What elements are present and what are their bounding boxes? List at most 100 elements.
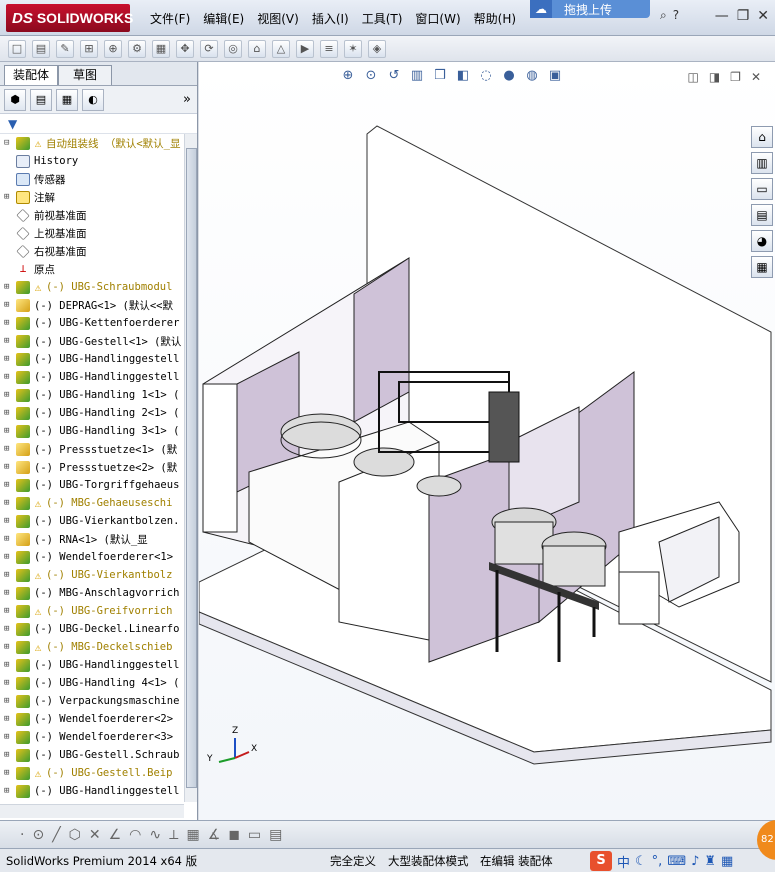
smart-dimension-icon[interactable]: ⟂ — [169, 827, 178, 843]
help-icon[interactable]: ? — [673, 8, 679, 23]
expand-icon[interactable]: ⊞ — [4, 444, 14, 454]
tree-item[interactable]: ⊞ (-) UBG-Gestell<1> (默认 — [0, 332, 184, 350]
status-mode[interactable]: 大型装配体模式 — [388, 853, 469, 869]
tree-item[interactable]: ⊞ (-) Pressstuetze<1> (默 — [0, 440, 184, 458]
tree-root[interactable]: ⊟ ⚠ 自动组装线 （默认<默认_显 — [0, 134, 184, 152]
reference-geometry-icon[interactable]: △ — [272, 39, 290, 58]
expand-icon[interactable]: ⊞ — [4, 642, 14, 652]
menu-file[interactable]: 文件(F) — [150, 10, 190, 27]
tree-item[interactable]: ⊞ ⚠ (-) UBG-Greifvorrich — [0, 602, 184, 620]
menu-window[interactable]: 窗口(W) — [415, 10, 460, 27]
tree-item[interactable]: 上视基准面 — [0, 224, 184, 242]
grid-icon[interactable]: ▦ — [186, 827, 199, 843]
tree-item[interactable]: ⊞ ⚠ (-) UBG-Schraubmodul — [0, 278, 184, 296]
expand-icon[interactable]: ⊞ — [4, 192, 14, 202]
expand-icon[interactable]: ⊞ — [4, 300, 14, 310]
close-icon[interactable]: ✕ — [757, 8, 769, 24]
menu-insert[interactable]: 插入(I) — [312, 10, 349, 27]
feature-tree-icon[interactable]: ⬢ — [4, 88, 26, 111]
tree-vertical-scrollbar[interactable] — [184, 134, 197, 802]
linear-pattern-icon[interactable]: ▦ — [152, 39, 170, 58]
property-manager-icon[interactable]: ▤ — [30, 88, 52, 111]
expand-icon[interactable]: ⊞ — [4, 786, 14, 796]
tree-item[interactable]: ⊞ ⚠ (-) MBG-Deckelschieb — [0, 638, 184, 656]
tree-item[interactable]: ⊞ (-) UBG-Handlinggestell — [0, 782, 184, 800]
show-hidden-icon[interactable]: ◎ — [224, 39, 242, 58]
expand-icon[interactable]: ⊞ — [4, 408, 14, 418]
tree-item[interactable]: ⊞ ⚠ (-) UBG-Vierkantbolz — [0, 566, 184, 584]
panel-view-icon[interactable]: ▭ — [248, 827, 261, 843]
menu-view[interactable]: 视图(V) — [257, 10, 299, 27]
tree-item[interactable]: ⊞ ⚠ (-) UBG-Gestell.Beip — [0, 764, 184, 782]
solidworks-logo[interactable]: DS SOLIDWORKS — [6, 4, 133, 32]
shaded-view-icon[interactable]: ◼ — [228, 827, 240, 843]
trim-icon[interactable]: ✕ — [89, 827, 101, 843]
tree-horizontal-scrollbar[interactable] — [0, 804, 184, 818]
expand-icon[interactable]: ⊞ — [4, 480, 14, 490]
tree-item[interactable]: ⊞ (-) Wendelfoerderer<1> — [0, 548, 184, 566]
graphics-area[interactable]: ⊕ ⊙ ↺ ▥ ❒ ◧ ◌ ● ◍ ▣ ◫ ◨ ❐ ✕ ⌂ ▥ ▭ ▤ ◕ ▦ — [199, 62, 775, 820]
circle-icon[interactable]: ⊙ — [32, 827, 44, 843]
expand-icon[interactable]: ⊞ — [4, 318, 14, 328]
tab-assembly[interactable]: 装配体 — [4, 65, 58, 85]
expand-chevron-icon[interactable]: » — [183, 92, 191, 107]
tree-item[interactable]: ⊞ (-) DEPRAG<1> (默认<<默 — [0, 296, 184, 314]
insert-component-icon[interactable]: ⊕ — [104, 39, 122, 58]
expand-icon[interactable]: ⊞ — [4, 390, 14, 400]
point-icon[interactable]: · — [20, 827, 24, 843]
mate-icon[interactable]: ⊞ — [80, 39, 98, 58]
tree-item[interactable]: ⊞ (-) UBG-Handlinggestell — [0, 350, 184, 368]
expand-icon[interactable]: ⊞ — [4, 588, 14, 598]
pin-icon[interactable]: ✎ — [56, 39, 74, 58]
tree-item[interactable]: ⊞ (-) MBG-Anschlagvorrich — [0, 584, 184, 602]
expand-icon[interactable]: ⊞ — [4, 552, 14, 562]
keyboard-icon[interactable]: ⌨ — [667, 854, 686, 869]
tree-item[interactable]: ⊞ (-) Pressstuetze<2> (默 — [0, 458, 184, 476]
expand-icon[interactable]: ⊞ — [4, 498, 14, 508]
move-component-icon[interactable]: ✥ — [176, 39, 194, 58]
menu-edit[interactable]: 编辑(E) — [203, 10, 244, 27]
menu-tools[interactable]: 工具(T) — [362, 10, 403, 27]
instant3d-icon[interactable]: ◈ — [368, 39, 386, 58]
open-icon[interactable]: ▤ — [32, 39, 50, 58]
expand-icon[interactable]: ⊞ — [4, 732, 14, 742]
sogou-logo[interactable]: S — [590, 851, 612, 871]
smart-fastener-icon[interactable]: ⚙ — [128, 39, 146, 58]
expand-icon[interactable]: ⊞ — [4, 624, 14, 634]
exploded-view-icon[interactable]: ✶ — [344, 39, 362, 58]
expand-icon[interactable]: ⊞ — [4, 372, 14, 382]
tree-item[interactable]: ⊞ (-) UBG-Handling 1<1> ( — [0, 386, 184, 404]
tree-item[interactable]: History — [0, 152, 184, 170]
expand-icon[interactable]: ⊞ — [4, 354, 14, 364]
tree-item[interactable]: ⊞ (-) Wendelfoerderer<3> — [0, 728, 184, 746]
tools-icon[interactable]: ▦ — [721, 854, 733, 869]
tree-item[interactable]: 前视基准面 — [0, 206, 184, 224]
filter-icon[interactable]: ▼ — [8, 117, 17, 131]
search-icon[interactable]: ⌕ — [660, 8, 667, 23]
expand-icon[interactable]: ⊞ — [4, 714, 14, 724]
minimize-icon[interactable]: — — [715, 8, 729, 24]
tree-item[interactable]: ⊞ (-) UBG-Handling 2<1> ( — [0, 404, 184, 422]
tree-item[interactable]: ⊞ (-) UBG-Deckel.Linearfo — [0, 620, 184, 638]
tree-item[interactable]: ⊞ (-) UBG-Gestell.Schraub — [0, 746, 184, 764]
punctuation-icon[interactable]: °, — [652, 854, 663, 869]
expand-icon[interactable]: ⊞ — [4, 570, 14, 580]
new-motion-study-icon[interactable]: ▶ — [296, 39, 314, 58]
angle-icon[interactable]: ∡ — [208, 827, 221, 843]
tree-item[interactable]: ⊞ ⚠ (-) MBG-Gehaeuseschi — [0, 494, 184, 512]
expand-icon[interactable]: ⊞ — [4, 336, 14, 346]
ime-language[interactable]: 中 — [617, 852, 630, 871]
voice-icon[interactable]: ♪ — [691, 854, 699, 869]
spline-icon[interactable]: ∿ — [149, 827, 161, 843]
tree-item[interactable]: ⊞ (-) UBG-Handling 4<1> ( — [0, 674, 184, 692]
tree-item[interactable]: 传感器 — [0, 170, 184, 188]
tab-sketch[interactable]: 草图 — [58, 65, 112, 85]
scroll-thumb[interactable] — [186, 148, 197, 788]
skin-icon[interactable]: ♜ — [704, 854, 716, 869]
tree-item[interactable]: ⊞ (-) Verpackungsmaschine — [0, 692, 184, 710]
tree-item[interactable]: ⊞ (-) UBG-Handlinggestell — [0, 368, 184, 386]
tree-item[interactable]: ⊞ (-) Wendelfoerderer<2> — [0, 710, 184, 728]
display-manager-icon[interactable]: ◐ — [82, 88, 104, 111]
expand-icon[interactable]: ⊞ — [4, 462, 14, 472]
moon-icon[interactable]: ☾ — [635, 854, 647, 869]
